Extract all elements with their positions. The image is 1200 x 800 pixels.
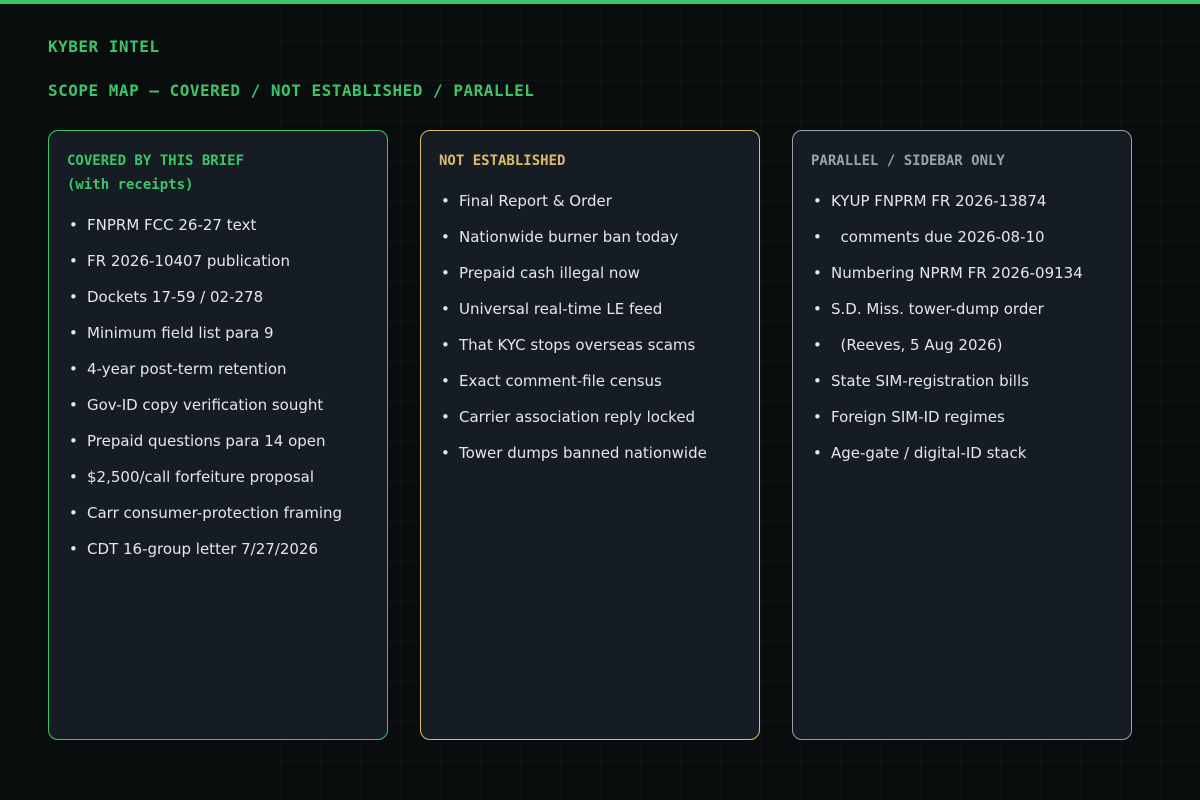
panel-parallel-list: KYUP FNPRM FR 2026-13874 comments due 20… (811, 183, 1113, 471)
list-item: FR 2026-10407 publication (67, 243, 369, 279)
panel-covered: COVERED BY THIS BRIEF (with receipts) FN… (48, 130, 388, 740)
list-item: 4-year post-term retention (67, 351, 369, 387)
list-item: S.D. Miss. tower-dump order (811, 291, 1113, 327)
list-item: FNPRM FCC 26-27 text (67, 207, 369, 243)
list-item: Minimum field list para 9 (67, 315, 369, 351)
list-item: Exact comment-file census (439, 363, 741, 399)
list-item: Nationwide burner ban today (439, 219, 741, 255)
list-item: comments due 2026-08-10 (811, 219, 1113, 255)
list-item: $2,500/call forfeiture proposal (67, 459, 369, 495)
page-title: SCOPE MAP — COVERED / NOT ESTABLISHED / … (48, 81, 535, 100)
list-item: Age-gate / digital-ID stack (811, 435, 1113, 471)
list-item: That KYC stops overseas scams (439, 327, 741, 363)
list-item: Dockets 17-59 / 02-278 (67, 279, 369, 315)
panel-not-established-list: Final Report & OrderNationwide burner ba… (439, 183, 741, 471)
panel-parallel-title: PARALLEL / SIDEBAR ONLY (811, 153, 1005, 169)
list-item: Gov-ID copy verification sought (67, 387, 369, 423)
list-item: Carrier association reply locked (439, 399, 741, 435)
panel-covered-title-line2: (with receipts) (67, 177, 194, 193)
panel-parallel: PARALLEL / SIDEBAR ONLY KYUP FNPRM FR 20… (792, 130, 1132, 740)
list-item: Tower dumps banned nationwide (439, 435, 741, 471)
list-item: (Reeves, 5 Aug 2026) (811, 327, 1113, 363)
list-item: KYUP FNPRM FR 2026-13874 (811, 183, 1113, 219)
panel-not-established-title: NOT ESTABLISHED (439, 153, 566, 169)
list-item: Prepaid cash illegal now (439, 255, 741, 291)
list-item: State SIM-registration bills (811, 363, 1113, 399)
list-item: Final Report & Order (439, 183, 741, 219)
list-item: Universal real-time LE feed (439, 291, 741, 327)
list-item: CDT 16-group letter 7/27/2026 (67, 531, 369, 567)
panel-not-established: NOT ESTABLISHED Final Report & OrderNati… (420, 130, 760, 740)
list-item: Foreign SIM-ID regimes (811, 399, 1113, 435)
brand-label: KYBER INTEL (48, 37, 160, 56)
panel-covered-title: COVERED BY THIS BRIEF (with receipts) (67, 149, 369, 197)
panel-covered-title-line1: COVERED BY THIS BRIEF (67, 153, 245, 169)
list-item: Numbering NPRM FR 2026-09134 (811, 255, 1113, 291)
top-accent-bar (0, 0, 1200, 4)
list-item: Prepaid questions para 14 open (67, 423, 369, 459)
list-item: Carr consumer-protection framing (67, 495, 369, 531)
panel-covered-list: FNPRM FCC 26-27 textFR 2026-10407 public… (67, 207, 369, 567)
